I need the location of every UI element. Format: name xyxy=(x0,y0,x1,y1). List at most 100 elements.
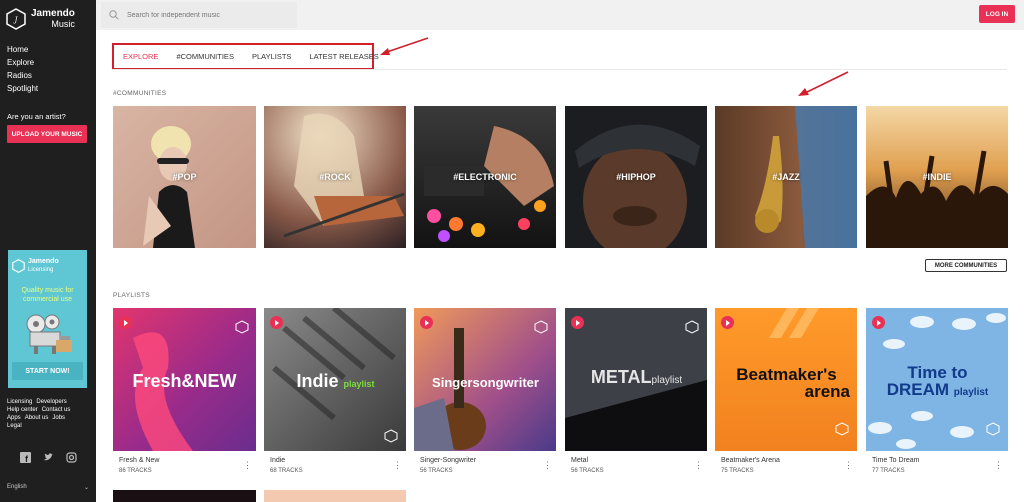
page: J Jamendo Music Home Explore Radios Spot… xyxy=(0,0,1024,502)
community-label: #JAZZ xyxy=(772,172,800,182)
nav-item-home[interactable]: Home xyxy=(7,43,38,56)
facebook-icon[interactable]: f xyxy=(20,450,31,464)
login-button[interactable]: LOG IN xyxy=(979,5,1015,23)
language-select[interactable]: English ⌄ xyxy=(7,484,89,491)
playlist-art-title: Time to DREAM playlist xyxy=(866,364,1008,398)
jamendo-logo[interactable]: J Jamendo Music xyxy=(6,8,75,30)
jamendo-hex-icon xyxy=(384,429,398,443)
jamendo-hex-icon xyxy=(534,320,548,334)
footer-link-developers[interactable]: Developers xyxy=(36,399,66,405)
more-options-icon[interactable]: ⋮ xyxy=(543,461,552,470)
footer-link-jobs[interactable]: Jobs xyxy=(52,415,65,421)
play-icon[interactable] xyxy=(872,316,885,329)
play-icon[interactable] xyxy=(119,316,132,329)
playlist-art-title-line2: DREAM xyxy=(886,380,950,399)
licensing-tagline: Quality music for commercial use xyxy=(8,286,87,304)
sidebar: J Jamendo Music Home Explore Radios Spot… xyxy=(0,0,96,502)
community-card-rock[interactable]: #ROCK xyxy=(264,106,406,248)
playlist-art-title: Singersongwriter xyxy=(432,375,539,390)
playlist-name[interactable]: Singer-Songwriter xyxy=(420,457,476,464)
community-card-electronic[interactable]: #ELECTRONIC xyxy=(414,106,556,248)
playlist-art-subtitle: playlist xyxy=(343,379,375,389)
playlist-art-title-text: METAL xyxy=(590,367,652,387)
play-icon[interactable] xyxy=(721,316,734,329)
more-options-icon[interactable]: ⋮ xyxy=(243,461,252,470)
playlist-art-subtitle: playlist xyxy=(953,387,989,398)
licensing-hex-icon xyxy=(12,259,25,273)
nav-item-spotlight[interactable]: Spotlight xyxy=(7,82,38,95)
playlist-track-count: 56 TRACKS xyxy=(420,468,453,474)
more-options-icon[interactable]: ⋮ xyxy=(694,461,703,470)
footer-link-help[interactable]: Help center xyxy=(7,407,38,413)
playlist-card-partial[interactable] xyxy=(264,490,406,502)
community-card-hiphop[interactable]: #HIPHOP xyxy=(565,106,707,248)
film-projector-illustration xyxy=(26,314,72,354)
jamendo-hex-icon xyxy=(235,320,249,334)
playlist-art-title: Indie playlist xyxy=(264,372,406,390)
instagram-icon[interactable] xyxy=(66,450,77,463)
jamendo-hex-icon xyxy=(986,422,1000,436)
playlist-card-indie[interactable]: Indie playlist xyxy=(264,308,406,451)
play-icon[interactable] xyxy=(420,316,433,329)
logo-subname: Music xyxy=(51,19,75,29)
footer-link-legal[interactable]: Legal xyxy=(7,423,22,429)
licensing-logo-name: Jamendo xyxy=(28,258,59,265)
top-bar: LOG IN xyxy=(96,0,1024,30)
playlist-card-partial[interactable] xyxy=(113,490,256,502)
play-icon[interactable] xyxy=(571,316,584,329)
licensing-start-button[interactable]: START NOW! xyxy=(12,362,83,380)
footer-links: Licensing Developers Help center Contact u… xyxy=(7,398,91,430)
twitter-icon[interactable] xyxy=(43,450,54,461)
playlist-name[interactable]: Indie xyxy=(270,457,285,464)
footer-link-licensing[interactable]: Licensing xyxy=(7,399,32,405)
nav-item-radios[interactable]: Radios xyxy=(7,69,38,82)
chevron-down-icon: ⌄ xyxy=(83,485,89,491)
language-label: English xyxy=(7,484,27,490)
footer-link-about[interactable]: About us xyxy=(25,415,49,421)
tab-playlists[interactable]: PLAYLISTS xyxy=(243,52,300,61)
playlists-section-title: PLAYLISTS xyxy=(113,292,150,299)
footer-link-apps[interactable]: Apps xyxy=(7,415,21,421)
playlist-track-count: 75 TRACKS xyxy=(721,468,754,474)
playlist-card-fresh-new[interactable]: Fresh&NEW xyxy=(113,308,256,451)
jamendo-hex-icon: J xyxy=(6,8,26,30)
playlist-art-title: Fresh&NEW xyxy=(132,371,237,391)
playlist-name[interactable]: Metal xyxy=(571,457,588,464)
more-options-icon[interactable]: ⋮ xyxy=(844,461,853,470)
playlist-track-count: 86 TRACKS xyxy=(119,468,152,474)
search-box[interactable] xyxy=(101,2,297,28)
playlist-track-count: 68 TRACKS xyxy=(270,468,303,474)
footer-link-contact[interactable]: Contact us xyxy=(42,407,71,413)
playlist-card-time-to-dream[interactable]: Time to DREAM playlist xyxy=(866,308,1008,451)
upload-music-button[interactable]: UPLOAD YOUR MUSIC xyxy=(7,125,87,143)
jamendo-hex-icon xyxy=(685,320,699,334)
playlist-name[interactable]: Fresh & New xyxy=(119,457,159,464)
tab-explore[interactable]: EXPLORE xyxy=(114,52,167,61)
playlist-card-beatmakers-arena[interactable]: Beatmaker's arena xyxy=(715,308,857,451)
more-options-icon[interactable]: ⋮ xyxy=(393,461,402,470)
community-card-jazz[interactable]: #JAZZ xyxy=(715,106,857,248)
tab-latest-releases[interactable]: LATEST RELEASES xyxy=(300,52,387,61)
tab-communities[interactable]: #COMMUNITIES xyxy=(167,52,243,61)
play-icon[interactable] xyxy=(270,316,283,329)
playlist-card-metal[interactable]: METALplaylist xyxy=(565,308,707,451)
more-communities-button[interactable]: MORE COMMUNITIES xyxy=(925,259,1007,272)
licensing-tagline-line1: Quality music for xyxy=(21,287,74,294)
search-input[interactable] xyxy=(127,11,287,19)
more-options-icon[interactable]: ⋮ xyxy=(994,461,1003,470)
logo-name: Jamendo xyxy=(31,8,75,19)
playlist-track-count: 56 TRACKS xyxy=(571,468,604,474)
community-card-indie[interactable]: #INDIE xyxy=(866,106,1008,248)
playlist-name[interactable]: Beatmaker's Arena xyxy=(721,457,780,464)
search-icon xyxy=(109,10,119,20)
community-label: #POP xyxy=(172,172,197,182)
playlist-name[interactable]: Time To Dream xyxy=(872,457,919,464)
playlist-card-singer-songwriter[interactable]: Singersongwriter xyxy=(414,308,556,451)
playlist-art-title-line1: Beatmaker's xyxy=(736,365,837,384)
nav-item-explore[interactable]: Explore xyxy=(7,56,38,69)
licensing-banner[interactable]: Jamendo Licensing Quality music for comm… xyxy=(8,250,87,388)
community-card-pop[interactable]: #POP xyxy=(113,106,256,248)
playlist-track-count: 77 TRACKS xyxy=(872,468,905,474)
jamendo-hex-icon xyxy=(835,422,849,436)
playlist-art-title: METALplaylist xyxy=(565,368,707,386)
